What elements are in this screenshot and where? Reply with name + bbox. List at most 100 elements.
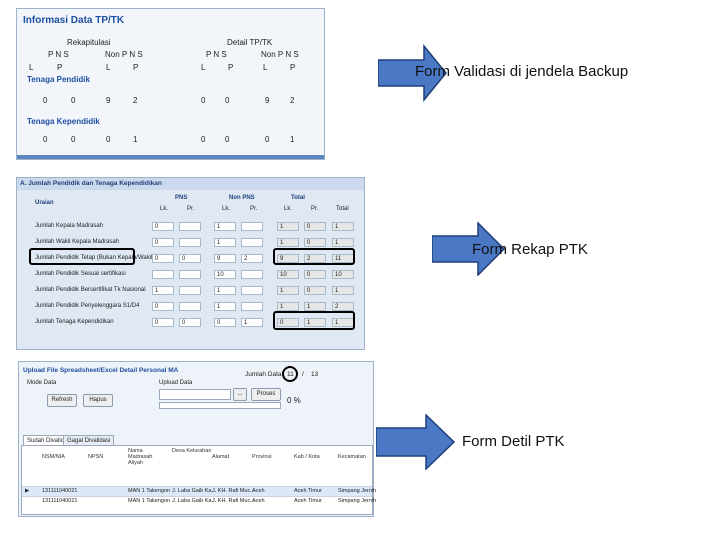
value-input[interactable]: 0	[179, 254, 201, 263]
highlight-box	[29, 248, 135, 265]
table-row[interactable]: 131111040021 MAN 1 Takengon J. Laba Gaib K…	[22, 496, 376, 506]
upload-title: Upload File Spreadsheet/Excel Detail Per…	[23, 367, 179, 374]
value-input[interactable]	[179, 222, 201, 231]
value-input[interactable]: 1	[214, 238, 236, 247]
grid-column-header[interactable]: NPSN	[88, 454, 128, 460]
value-input: 10	[277, 270, 299, 279]
value-input[interactable]	[241, 238, 263, 247]
value-input: 0	[304, 286, 326, 295]
refresh-button[interactable]: Refresh	[47, 394, 77, 407]
l-header: L	[201, 63, 206, 72]
highlight-box	[273, 248, 355, 265]
table-cell: Aceh	[252, 488, 265, 494]
info-title: Informasi Data TP/TK	[23, 15, 125, 26]
value-input[interactable]	[179, 270, 201, 279]
value-input[interactable]	[179, 302, 201, 311]
value-input[interactable]	[241, 302, 263, 311]
caption-rekap: Form Rekap PTK	[472, 241, 588, 258]
caption-detil: Form Detil PTK	[462, 433, 565, 450]
lk-header: Lk.	[222, 206, 231, 212]
table-row[interactable]: ▶ 131111040021 MAN 1 Takengon J. Laba Gaib …	[22, 486, 376, 496]
pr-header: Pr.	[187, 206, 195, 212]
value-input[interactable]: 2	[241, 254, 263, 263]
non-pns-label: Non P N S	[105, 50, 143, 59]
grid-column-header[interactable]: Alamat	[212, 454, 252, 460]
grid-column-header[interactable]: NSM/NIA	[42, 454, 82, 460]
value-cell: 0	[265, 135, 270, 144]
pns-label: P N S	[48, 50, 69, 59]
non-pns-header: Non PNS	[229, 195, 255, 201]
value-cell: 0	[43, 135, 48, 144]
grid-column-header[interactable]: Desa Kelurahan	[172, 448, 212, 454]
value-input[interactable]: 1	[241, 318, 263, 327]
table-cell: MAN 1 Takengon	[128, 488, 171, 494]
p-header: P	[290, 63, 296, 72]
value-input[interactable]	[241, 222, 263, 231]
value-input[interactable]: 1	[214, 302, 236, 311]
grid-column-header[interactable]: Kab / Kota	[294, 454, 334, 460]
l-header: L	[106, 63, 111, 72]
grid-column-header[interactable]: Nama Madrasah Aliyah	[128, 448, 168, 466]
lk-header: Lk.	[284, 206, 293, 212]
value-cell: 0	[106, 135, 111, 144]
value-input[interactable]	[179, 238, 201, 247]
lk-header: Lk.	[160, 206, 169, 212]
tab-gagal-divalidasi[interactable]: Gagal Divalidasi	[63, 435, 115, 445]
hapus-button[interactable]: Hapus	[83, 394, 113, 407]
table-cell: Aceh Timur	[294, 498, 322, 504]
upload-data-label: Upload Data	[159, 380, 193, 386]
value-input[interactable]: 10	[214, 270, 236, 279]
value-input: 1	[332, 222, 354, 231]
value-cell: 2	[290, 96, 295, 105]
value-cell: 0	[225, 135, 230, 144]
p-header: P	[228, 63, 234, 72]
grid-column-header[interactable]: Kecamatan	[338, 454, 378, 460]
uraian-header: Uraian	[35, 200, 54, 206]
value-input[interactable]: 1	[152, 286, 174, 295]
proses-button[interactable]: Proses	[251, 388, 281, 401]
value-input[interactable]: 1	[214, 222, 236, 231]
value-cell: 2	[133, 96, 138, 105]
table-cell: MAN 1 Takengon	[128, 498, 171, 504]
value-input: 10	[332, 270, 354, 279]
table-cell: J. KH. Rafi Muc...	[212, 488, 255, 494]
value-input[interactable]	[241, 286, 263, 295]
progress-percent: 0 %	[287, 396, 301, 405]
value-input[interactable]: 0	[152, 222, 174, 231]
total-header: Total	[291, 195, 305, 201]
value-input: 0	[304, 238, 326, 247]
value-input[interactable]	[152, 270, 174, 279]
value-input[interactable]: 0	[152, 238, 174, 247]
value-input[interactable]: 0	[152, 302, 174, 311]
detil-ptk-screenshot: Upload File Spreadsheet/Excel Detail Per…	[18, 361, 376, 517]
highlight-circle	[282, 366, 298, 382]
value-input[interactable]: 1	[214, 286, 236, 295]
row-label: Jumlah Pendidik Penyelenggara S1/D4	[35, 303, 140, 309]
value-input: 2	[332, 302, 354, 311]
table-cell: J. Laba Gaib Ka...	[172, 498, 217, 504]
count-separator: /	[302, 371, 304, 378]
browse-button[interactable]: ...	[233, 388, 247, 401]
value-input[interactable]	[179, 286, 201, 295]
value-cell: 0	[43, 96, 48, 105]
upload-file-input[interactable]	[159, 389, 231, 400]
value-input: 1	[304, 302, 326, 311]
value-input[interactable]: 0	[214, 318, 236, 327]
grid-column-header[interactable]: Provinsi	[252, 454, 292, 460]
table-cell: J. Laba Gaib Ka...	[172, 488, 217, 494]
value-cell: 0	[71, 135, 76, 144]
table-cell: 131111040021	[42, 488, 78, 494]
right-arrow-icon	[376, 414, 456, 470]
value-input[interactable]: 0	[152, 318, 174, 327]
value-input[interactable]: 0	[152, 254, 174, 263]
value-input[interactable]: 9	[214, 254, 236, 263]
caption-backup: Form Validasi di jendela Backup	[415, 63, 629, 80]
rekap-ptk-screenshot: A. Jumlah Pendidik dan Tenaga Kependidik…	[16, 177, 365, 350]
jumlah-data-label: Jumlah Data	[245, 371, 282, 378]
value-input: 1	[332, 286, 354, 295]
value-input[interactable]	[241, 270, 263, 279]
value-cell: 9	[106, 96, 111, 105]
table-cell: Aceh Timur	[294, 488, 322, 494]
value-input[interactable]: 0	[179, 318, 201, 327]
table-cell: Simpang Jernih	[338, 498, 377, 504]
